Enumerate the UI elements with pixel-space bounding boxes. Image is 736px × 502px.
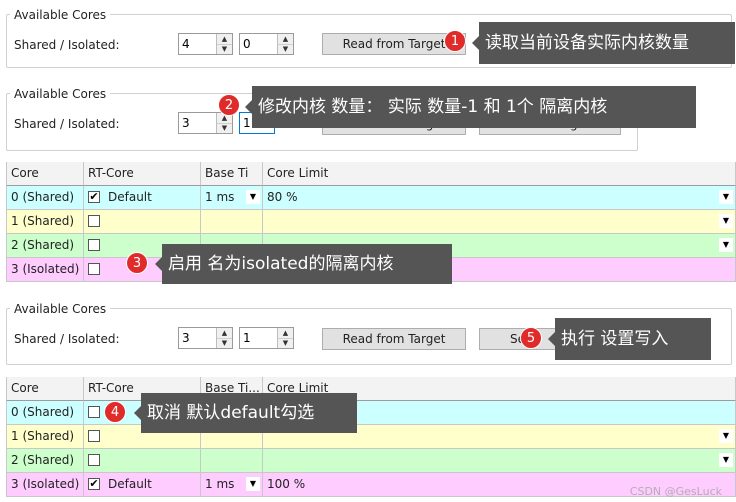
callout-2: 修改内核 数量： 实际 数量-1 和 1个 隔离内核 — [245, 86, 696, 128]
read-from-target-button-3[interactable]: Read from Target — [322, 328, 466, 350]
shared-cores-value: 3 — [182, 331, 190, 345]
watermark: CSDN @GesLuck — [629, 485, 722, 498]
shared-isolated-label-2: Shared / Isolated: — [14, 117, 120, 131]
group-title-3: Available Cores — [10, 302, 111, 316]
shared-isolated-label-3: Shared / Isolated: — [14, 332, 120, 346]
col-basetime-header: Base Ti — [201, 162, 263, 186]
col-rtcore-header: RT-Core — [84, 162, 201, 186]
stepper-down-icon[interactable]: ▼ — [217, 44, 232, 54]
core-limit-cell[interactable]: ▼ — [263, 449, 736, 473]
core-name: 0 (Shared) — [6, 401, 84, 425]
rt-core-checkbox[interactable] — [88, 239, 100, 251]
shared-isolated-label-1: Shared / Isolated: — [14, 38, 120, 52]
chevron-down-icon[interactable]: ▼ — [719, 453, 733, 467]
callout-text: 执行 设置写入 — [561, 329, 669, 349]
shared-cores-value: 3 — [182, 116, 190, 130]
base-time-cell[interactable]: 1 ms ▼ — [201, 473, 263, 497]
col-core-header: Core — [6, 377, 84, 401]
core-limit-value: 80 % — [267, 190, 298, 204]
col-corelimit-header: Core Limit — [263, 162, 736, 186]
core-name: 2 (Shared) — [6, 449, 84, 473]
core-name: 2 (Shared) — [6, 234, 84, 258]
callout-1: 读取当前设备实际内核数量 — [472, 22, 735, 64]
chevron-down-icon[interactable]: ▼ — [719, 190, 733, 204]
table-header: Core RT-Core Base Ti... Core Limit — [6, 377, 736, 401]
isolated-cores-value: 1 — [243, 331, 251, 345]
step-badge-5: 5 — [520, 327, 542, 349]
col-core-header: Core — [6, 162, 84, 186]
isolated-cores-value: 1 — [243, 116, 251, 130]
core-limit-cell[interactable]: ▼ — [263, 210, 736, 234]
rt-core-checkbox[interactable] — [88, 454, 100, 466]
core-name: 1 (Shared) — [6, 425, 84, 449]
shared-cores-stepper-3[interactable]: 3 ▲ ▼ — [178, 327, 233, 349]
stepper-down-icon[interactable]: ▼ — [278, 44, 293, 54]
base-time-cell[interactable]: 1 ms ▼ — [201, 186, 263, 210]
base-time-cell[interactable] — [201, 210, 263, 234]
step-badge-3: 3 — [126, 252, 148, 274]
core-name: 0 (Shared) — [6, 186, 84, 210]
chevron-down-icon[interactable]: ▼ — [719, 429, 733, 443]
table-row: 0 (Shared) ✔ Default 1 ms ▼ 80 % ▼ — [6, 186, 736, 210]
group-title-2: Available Cores — [10, 87, 111, 101]
rt-core-checkbox[interactable] — [88, 406, 100, 418]
chevron-down-icon[interactable]: ▼ — [719, 238, 733, 252]
isolated-cores-stepper-3[interactable]: 1 ▲ ▼ — [239, 327, 294, 349]
rt-core-cell — [84, 449, 201, 473]
step-badge-2: 2 — [218, 94, 240, 116]
rt-core-checkbox[interactable] — [88, 215, 100, 227]
table-row: 2 (Shared) ▼ — [6, 449, 736, 473]
rt-core-checkbox[interactable] — [88, 430, 100, 442]
core-name: 3 (Isolated) — [6, 258, 84, 282]
table-header: Core RT-Core Base Ti Core Limit — [6, 162, 736, 186]
callout-text: 启用 名为isolated的隔离内核 — [168, 254, 394, 274]
core-table-2: Core RT-Core Base Ti... Core Limit 0 (Sh… — [6, 377, 736, 497]
rt-core-checkbox[interactable]: ✔ — [88, 191, 100, 203]
rt-core-checkbox[interactable]: ✔ — [88, 478, 100, 490]
table-row: 1 (Shared) ▼ — [6, 425, 736, 449]
set-on-target-button-3[interactable]: Se — [479, 328, 559, 350]
rt-core-cell — [84, 210, 201, 234]
callout-text: 修改内核 数量： 实际 数量-1 和 1个 隔离内核 — [258, 97, 608, 117]
core-limit-cell[interactable]: 80 % ▼ — [263, 186, 736, 210]
callout-text: 取消 默认default勾选 — [147, 403, 315, 423]
base-time-value: 1 ms — [205, 190, 235, 204]
table-row: 1 (Shared) ▼ — [6, 210, 736, 234]
core-limit-value: 100 % — [267, 477, 306, 491]
chevron-down-icon[interactable]: ▼ — [246, 477, 260, 491]
rt-core-cell: ✔ Default — [84, 186, 201, 210]
core-name: 3 (Isolated) — [6, 473, 84, 497]
base-time-value: 1 ms — [205, 477, 235, 491]
callout-4: 取消 默认default勾选 — [134, 393, 357, 433]
step-badge-4: 4 — [104, 401, 126, 423]
stepper-down-icon[interactable]: ▼ — [217, 338, 232, 348]
rt-core-checkbox[interactable] — [88, 263, 100, 275]
isolated-cores-stepper-1[interactable]: 0 ▲ ▼ — [239, 33, 294, 55]
chevron-down-icon[interactable]: ▼ — [246, 190, 260, 204]
callout-3: 启用 名为isolated的隔离内核 — [155, 244, 452, 284]
rt-core-cell: ✔ Default — [84, 473, 201, 497]
group-title-1: Available Cores — [10, 8, 111, 22]
table-row: 3 (Isolated) ✔ Default 1 ms ▼ 100 % — [6, 473, 736, 497]
stepper-down-icon[interactable]: ▼ — [217, 123, 232, 133]
callout-5: 执行 设置写入 — [548, 318, 711, 360]
shared-cores-value: 4 — [182, 37, 190, 51]
rt-core-label: Default — [108, 477, 152, 491]
core-name: 1 (Shared) — [6, 210, 84, 234]
callout-text: 读取当前设备实际内核数量 — [485, 33, 689, 53]
chevron-down-icon[interactable]: ▼ — [719, 214, 733, 228]
step-badge-1: 1 — [444, 30, 466, 52]
isolated-cores-value: 0 — [243, 37, 251, 51]
shared-cores-stepper-1[interactable]: 4 ▲ ▼ — [178, 33, 233, 55]
base-time-cell[interactable] — [201, 449, 263, 473]
stepper-down-icon[interactable]: ▼ — [278, 338, 293, 348]
rt-core-label: Default — [108, 190, 152, 204]
